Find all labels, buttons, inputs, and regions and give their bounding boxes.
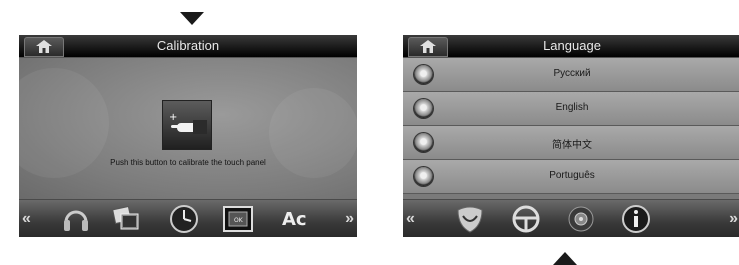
language-label: Русский xyxy=(553,68,591,79)
clock-icon[interactable] xyxy=(169,204,199,234)
dock-scroll-right-button[interactable]: » xyxy=(345,210,354,228)
font-icon-label: Ac xyxy=(282,209,307,230)
dock-bar: « OK Ac » xyxy=(19,199,357,237)
page-title: Language xyxy=(543,38,601,53)
touch-hand-icon: + xyxy=(169,112,207,134)
language-option[interactable]: Русский xyxy=(403,58,739,92)
ok-label: OK xyxy=(234,217,244,224)
titlebar: Language xyxy=(403,35,739,58)
language-label: English xyxy=(555,102,589,113)
font-icon[interactable]: Ac xyxy=(281,204,311,234)
language-option[interactable]: Português xyxy=(403,160,739,194)
titlebar: Calibration xyxy=(19,35,357,58)
shield-icon[interactable] xyxy=(455,204,485,234)
info-icon[interactable] xyxy=(621,204,651,234)
photos-icon[interactable] xyxy=(111,204,141,234)
language-screen: Language Русский English 简体中文 Português … xyxy=(403,35,739,237)
dock-bar: « » xyxy=(403,199,739,237)
language-list: Русский English 简体中文 Português xyxy=(403,58,739,194)
calibration-instruction: Push this button to calibrate the touch … xyxy=(110,158,266,167)
calibration-screen: Calibration + Push this button to calibr… xyxy=(19,35,357,237)
language-label: Português xyxy=(549,170,595,181)
page-title: Calibration xyxy=(156,38,220,53)
language-label: 简体中文 xyxy=(552,140,592,151)
steering-wheel-icon[interactable] xyxy=(511,204,541,234)
dock-scroll-left-button[interactable]: « xyxy=(22,210,31,228)
speaker-icon[interactable] xyxy=(566,204,596,234)
content-area: + Push this button to calibrate the touc… xyxy=(19,58,357,200)
pointer-down-marker xyxy=(180,12,204,25)
headphones-icon[interactable] xyxy=(61,204,91,234)
dock-scroll-right-button[interactable]: » xyxy=(729,210,738,228)
calibration-ok-icon[interactable]: OK xyxy=(223,204,253,234)
calibrate-button[interactable]: + xyxy=(162,100,212,150)
language-option[interactable]: 简体中文 xyxy=(403,126,739,160)
dock-scroll-left-button[interactable]: « xyxy=(406,210,415,228)
pointer-up-marker xyxy=(553,252,577,265)
language-option[interactable]: English xyxy=(403,92,739,126)
svg-text:+: + xyxy=(169,112,177,123)
